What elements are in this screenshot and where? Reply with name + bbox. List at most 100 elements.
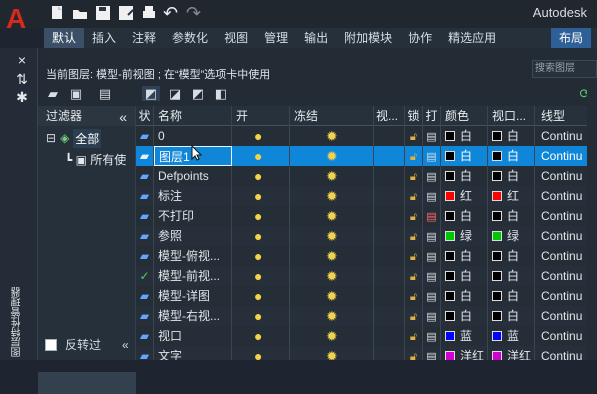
sun-icon[interactable]: ✹ <box>326 168 338 184</box>
column-viewport-color[interactable]: 视口... <box>488 106 535 126</box>
table-row[interactable]: ▰ 模型-右视... ● ✹ 🔓︎ ▤ 白 白 Continu <box>136 306 597 326</box>
printer-icon[interactable]: ▤ <box>426 291 436 303</box>
lock-toggle[interactable]: 🔓︎ <box>405 166 423 186</box>
lock-toggle[interactable]: 🔓︎ <box>405 226 423 246</box>
table-row[interactable]: ▰ 视口 ● ✹ 🔓︎ ▤ 蓝 蓝 Continu <box>136 326 597 346</box>
table-row[interactable]: ▰ 标注 ● ✹ 🔓︎ ▤ 红 红 Continu <box>136 186 597 206</box>
color-cell[interactable]: 白 <box>441 306 488 326</box>
viewport-color-cell[interactable]: 洋红 <box>488 346 535 360</box>
table-row-selected[interactable]: ▰ 图层1 ● ✹ 🔓︎ ▤ 白 白 Continu <box>136 146 597 166</box>
on-off-toggle[interactable]: ● <box>232 186 290 206</box>
lock-toggle[interactable]: 🔓︎ <box>405 126 423 146</box>
printer-icon[interactable]: ▤ <box>426 151 436 163</box>
new-layer-icon[interactable]: ◩ <box>142 86 160 101</box>
light-bulb-icon[interactable]: ● <box>254 208 262 224</box>
filter-all[interactable]: ⊟ ◈ 全部 <box>46 128 102 148</box>
on-off-toggle[interactable]: ● <box>232 266 290 286</box>
unlock-icon[interactable]: 🔓︎ <box>410 251 417 263</box>
table-row[interactable]: ▰ 文字 ● ✹ 🔓︎ ▤ 洋红 洋红 Continu <box>136 346 597 360</box>
on-off-toggle[interactable]: ● <box>232 306 290 326</box>
plot-toggle[interactable]: ▤ <box>423 126 441 146</box>
tab-featured-apps[interactable]: 精选应用 <box>440 28 504 48</box>
lock-toggle[interactable]: 🔓︎ <box>405 146 423 166</box>
search-layer-input[interactable]: 搜索图层 <box>532 60 597 78</box>
color-cell[interactable]: 白 <box>441 266 488 286</box>
freeze-toggle[interactable]: ✹ <box>290 266 374 286</box>
tab-parametric[interactable]: 参数化 <box>164 28 216 48</box>
unlock-icon[interactable]: 🔓︎ <box>410 131 417 143</box>
lock-toggle[interactable]: 🔓︎ <box>405 306 423 326</box>
unlock-icon[interactable]: 🔓︎ <box>410 311 417 323</box>
on-off-toggle[interactable]: ● <box>232 326 290 346</box>
table-row-current[interactable]: ✓ 模型-前视... ● ✹ 🔓︎ ▤ 白 白 Continu <box>136 266 597 286</box>
plot-toggle[interactable]: ▤ <box>423 206 441 226</box>
new-property-filter-icon[interactable]: ▰ <box>44 86 62 101</box>
printer-icon[interactable]: ▤ <box>426 131 436 143</box>
sun-icon[interactable]: ✹ <box>326 268 338 284</box>
pin-icon[interactable]: ⇅ <box>15 72 29 86</box>
light-bulb-icon[interactable]: ● <box>254 228 262 244</box>
sun-icon[interactable]: ✹ <box>326 188 338 204</box>
plot-toggle[interactable]: ▤ <box>423 246 441 266</box>
freeze-toggle[interactable]: ✹ <box>290 286 374 306</box>
layer-name[interactable]: 参照 <box>154 226 232 246</box>
freeze-toggle[interactable]: ✹ <box>290 186 374 206</box>
sun-icon[interactable]: ✹ <box>326 328 338 344</box>
plot-toggle[interactable]: ▤ <box>423 286 441 306</box>
unlock-icon[interactable]: 🔓︎ <box>410 331 417 343</box>
sun-icon[interactable]: ✹ <box>326 288 338 304</box>
viewport-color-cell[interactable]: 白 <box>488 306 535 326</box>
table-row[interactable]: ▰ 0 ● ✹ 🔓︎ ▤ 白 白 Continu <box>136 126 597 146</box>
light-bulb-icon[interactable]: ● <box>254 128 262 144</box>
plot-toggle[interactable]: ▤ <box>423 306 441 326</box>
new-group-filter-icon[interactable]: ▣ <box>67 86 85 101</box>
printer-icon[interactable]: ▤ <box>426 191 436 203</box>
light-bulb-icon[interactable]: ● <box>254 268 262 284</box>
freeze-toggle[interactable]: ✹ <box>290 306 374 326</box>
table-row[interactable]: ▰ 不打印 ● ✹ 🔓︎ ▤ 白 白 Continu <box>136 206 597 226</box>
lock-toggle[interactable]: 🔓︎ <box>405 246 423 266</box>
freeze-toggle[interactable]: ✹ <box>290 206 374 226</box>
plot-toggle[interactable]: ▤ <box>423 346 441 360</box>
layer-name[interactable]: 模型-详图 <box>154 286 232 306</box>
sun-icon[interactable]: ✹ <box>326 228 338 244</box>
tree-toggle-icon[interactable]: ⊟ <box>46 131 56 145</box>
printer-icon[interactable]: ▤ <box>426 331 436 343</box>
viewport-color-cell[interactable]: 白 <box>488 266 535 286</box>
tab-output[interactable]: 输出 <box>296 28 336 48</box>
column-status[interactable]: 状 <box>136 106 154 126</box>
printer-icon[interactable]: ▤ <box>426 171 436 183</box>
freeze-toggle[interactable]: ✹ <box>290 226 374 246</box>
on-off-toggle[interactable]: ● <box>232 126 290 146</box>
lock-toggle[interactable]: 🔓︎ <box>405 206 423 226</box>
printer-icon[interactable]: ▤ <box>426 231 436 243</box>
color-cell[interactable]: 白 <box>441 206 488 226</box>
unlock-icon[interactable]: 🔓︎ <box>410 151 417 163</box>
unlock-icon[interactable]: 🔓︎ <box>410 271 417 283</box>
light-bulb-icon[interactable]: ● <box>254 188 262 204</box>
layer-name[interactable]: Defpoints <box>154 166 232 186</box>
sun-icon[interactable]: ✹ <box>326 128 338 144</box>
light-bulb-icon[interactable]: ● <box>254 288 262 304</box>
plot-toggle[interactable]: ▤ <box>423 146 441 166</box>
color-cell[interactable]: 白 <box>441 126 488 146</box>
freeze-toggle[interactable]: ✹ <box>290 246 374 266</box>
viewport-color-cell[interactable]: 白 <box>488 126 535 146</box>
printer-icon[interactable]: ▤ <box>426 271 436 283</box>
autocad-logo-icon[interactable]: A <box>6 4 30 34</box>
tab-home[interactable]: 默认 <box>44 28 85 48</box>
vertical-scrollbar[interactable] <box>587 85 597 360</box>
unlock-icon[interactable]: 🔓︎ <box>410 211 417 223</box>
on-off-toggle[interactable]: ● <box>232 206 290 226</box>
plot-toggle[interactable]: ▤ <box>423 266 441 286</box>
viewport-color-cell[interactable]: 白 <box>488 246 535 266</box>
collapse-filters-icon[interactable]: « <box>119 107 127 127</box>
viewport-color-cell[interactable]: 绿 <box>488 226 535 246</box>
unlock-icon[interactable]: 🔓︎ <box>410 291 417 303</box>
viewport-color-cell[interactable]: 白 <box>488 166 535 186</box>
undo-icon[interactable]: ↶ <box>163 4 181 22</box>
on-off-toggle[interactable]: ● <box>232 286 290 306</box>
redo-icon[interactable]: ↷ <box>186 4 204 22</box>
plot-toggle[interactable]: ▤ <box>423 186 441 206</box>
table-row[interactable]: ▰ 模型-详图 ● ✹ 🔓︎ ▤ 白 白 Continu <box>136 286 597 306</box>
